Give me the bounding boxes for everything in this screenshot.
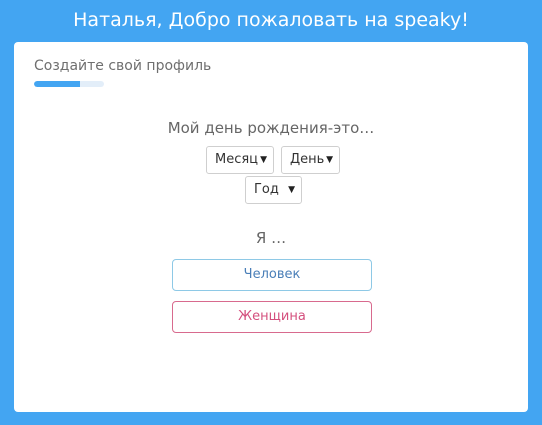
chevron-down-icon: ▼ (288, 185, 295, 195)
woman-button[interactable]: Женщина (172, 301, 372, 333)
progress-fill (34, 81, 80, 87)
progress-bar (34, 81, 104, 87)
welcome-heading: Наталья, Добро пожаловать на speaky! (73, 9, 469, 31)
day-select[interactable]: День ▼ (281, 146, 340, 174)
card-title: Создайте свой профиль (34, 58, 212, 74)
day-select-value: День (290, 152, 325, 167)
year-select-value: Год (254, 182, 279, 197)
i-am-label: Я … (255, 229, 287, 247)
year-select[interactable]: Год ▼ (245, 176, 302, 204)
profile-card: Создайте свой профиль Мой день рождения-… (14, 42, 528, 412)
chevron-down-icon: ▼ (260, 155, 267, 165)
birthday-label: Мой день рождения-это… (167, 119, 375, 137)
chevron-down-icon: ▼ (326, 155, 333, 165)
month-select[interactable]: Месяц ▼ (206, 146, 274, 174)
human-button[interactable]: Человек (172, 259, 372, 291)
month-select-value: Месяц (215, 152, 259, 167)
